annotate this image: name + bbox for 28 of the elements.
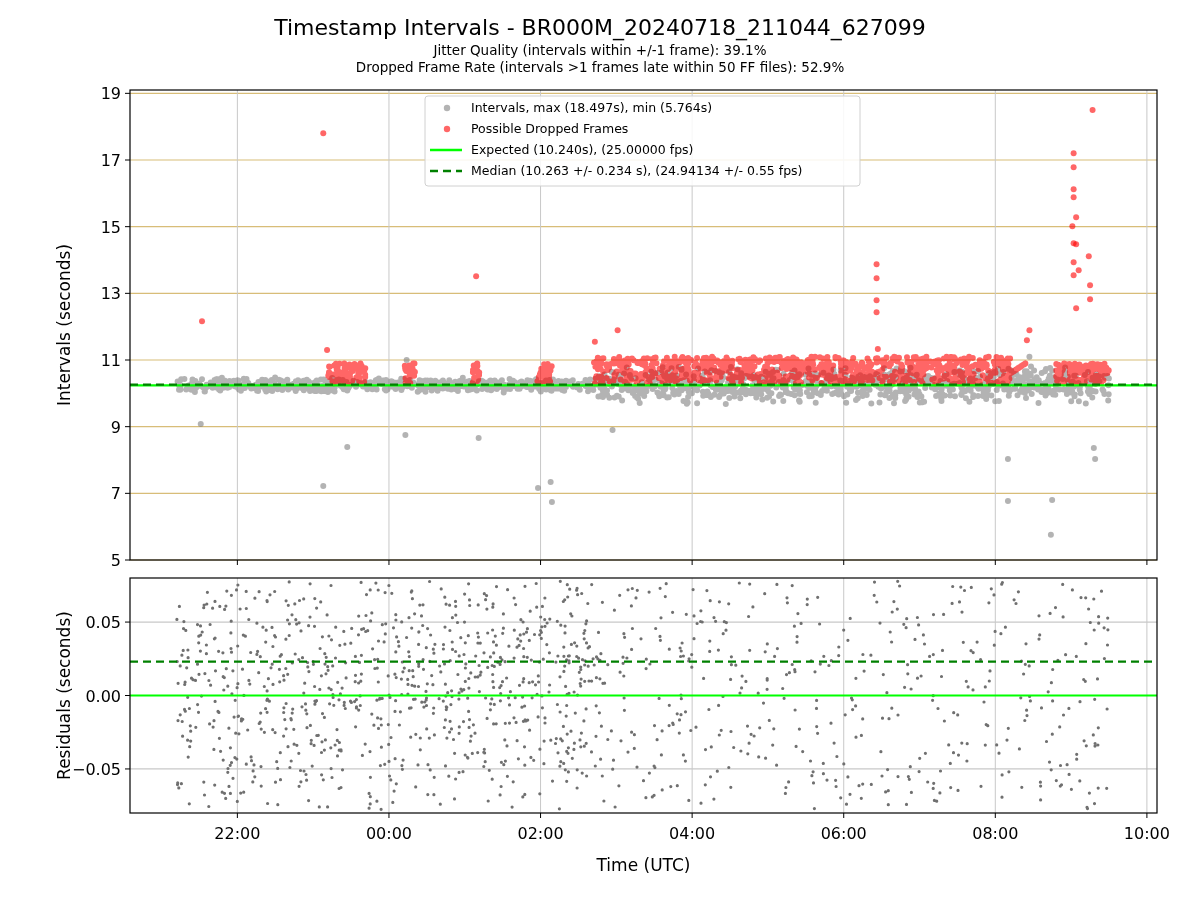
- axis-label: Intervals (seconds): [54, 243, 74, 407]
- tick-label: 00:00: [365, 824, 412, 843]
- legend-label: Possible Dropped Frames: [471, 121, 629, 136]
- tick-label: 13: [100, 284, 121, 304]
- tick-label: 5: [110, 551, 121, 570]
- tick-label: −0.05: [71, 759, 121, 779]
- tick-label: 15: [100, 217, 121, 237]
- tick-label: 11: [100, 351, 121, 370]
- figure-title: Timestamp Intervals - BR000M_20240718_211044_627099: [274, 14, 926, 42]
- figure-subtitle: Dropped Frame Rate (intervals >1 frames late within 50 FF files): 52.9%: [355, 59, 845, 76]
- legend-label: Expected (10.240s), (25.00000 fps): [471, 142, 694, 157]
- axis-label: Time (UTC): [596, 855, 691, 875]
- tick-label: 0.00: [85, 686, 121, 706]
- tick-label: 02:00: [517, 824, 564, 843]
- tick-label: 19: [100, 84, 121, 104]
- tick-label: 06:00: [820, 824, 867, 843]
- tick-label: 22:00: [214, 824, 261, 843]
- tick-label: 0.05: [85, 613, 121, 633]
- axis-label: Residuals (seconds): [54, 611, 74, 780]
- tick-label: 7: [110, 484, 121, 504]
- legend-label: Intervals, max (18.497s), min (5.764s): [471, 100, 713, 115]
- figure-subtitle: Jitter Quality (intervals within +/-1 frame): 39.1%: [433, 42, 767, 59]
- tick-label: 08:00: [972, 824, 1019, 843]
- tick-label: 17: [100, 151, 121, 170]
- tick-label: 10:00: [1123, 824, 1170, 843]
- tick-label: 04:00: [669, 824, 716, 843]
- legend-label: Median (10.263 +/- 0.234 s), (24.94134 +/- 0.55 fps): [471, 163, 803, 178]
- tick-label: 9: [110, 417, 121, 437]
